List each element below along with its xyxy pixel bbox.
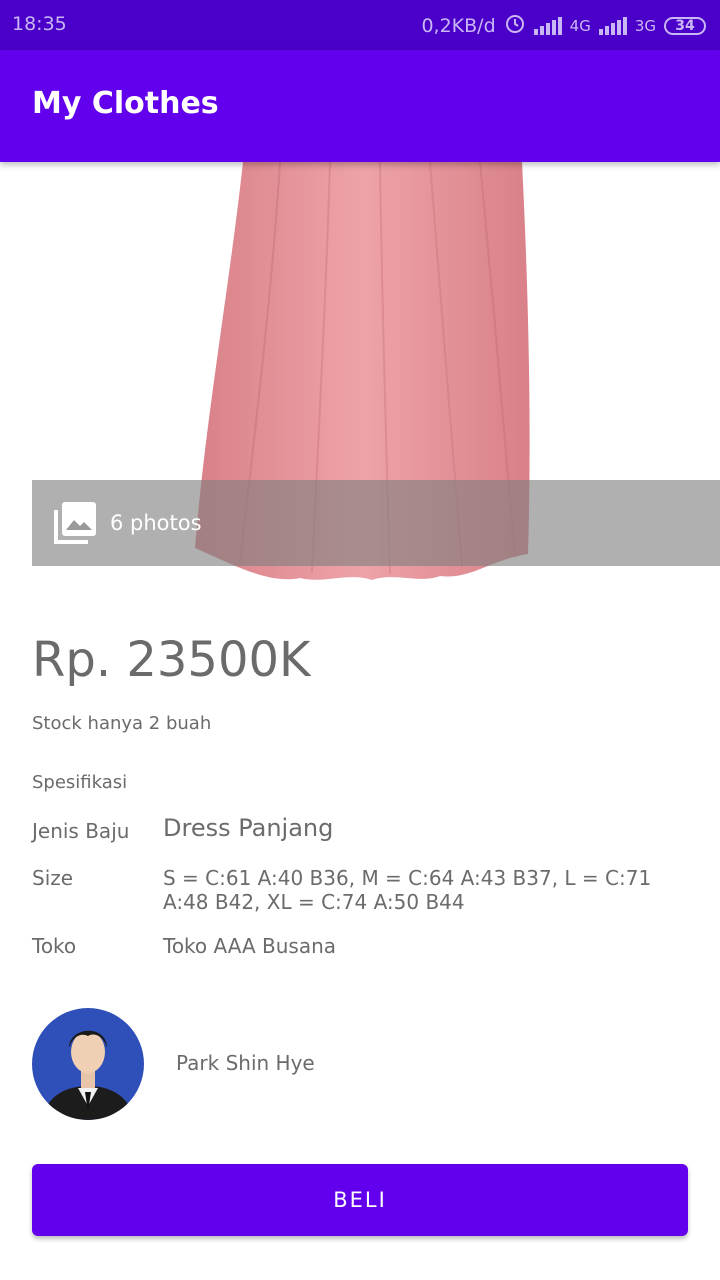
- app-title: My Clothes: [32, 86, 219, 121]
- spec-value-size: S = C:61 A:40 B36, M = C:64 A:43 B37, L …: [163, 866, 652, 914]
- spec-value-store: Toko AAA Busana: [163, 934, 337, 958]
- photos-overlay[interactable]: 6 photos: [32, 480, 720, 566]
- spec-label-size: Size: [32, 866, 74, 890]
- spec-label-type: Jenis Baju: [32, 819, 130, 843]
- stock-info: Stock hanya 2 buah: [32, 713, 212, 734]
- net-speed: 0,2KB/d: [421, 14, 496, 37]
- status-time: 18:35: [12, 13, 67, 35]
- seller-name[interactable]: Park Shin Hye: [176, 1051, 315, 1075]
- avatar[interactable]: [32, 1008, 144, 1120]
- status-icons: 0,2KB/d 4G 3G 34: [421, 12, 706, 39]
- app-bar: My Clothes: [0, 50, 720, 162]
- signal1-label: 4G: [569, 16, 591, 35]
- product-image[interactable]: 6 photos: [0, 162, 720, 592]
- signal2-label: 3G: [634, 16, 656, 35]
- signal-icon: [533, 16, 562, 35]
- alarm-icon: [504, 12, 526, 39]
- signal2-icon: [598, 16, 627, 35]
- spec-title: Spesifikasi: [32, 772, 128, 793]
- photo-library-icon: [52, 500, 98, 546]
- spec-label-store: Toko: [32, 934, 77, 958]
- photos-count: 6 photos: [110, 511, 202, 535]
- status-bar: 18:35 0,2KB/d 4G 3G 34: [0, 0, 720, 50]
- spec-value-type: Dress Panjang: [163, 814, 334, 842]
- battery-icon: 34: [664, 16, 706, 35]
- battery-level: 34: [675, 17, 695, 34]
- product-price: Rp. 23500K: [32, 632, 311, 688]
- buy-button[interactable]: BELI: [32, 1164, 688, 1236]
